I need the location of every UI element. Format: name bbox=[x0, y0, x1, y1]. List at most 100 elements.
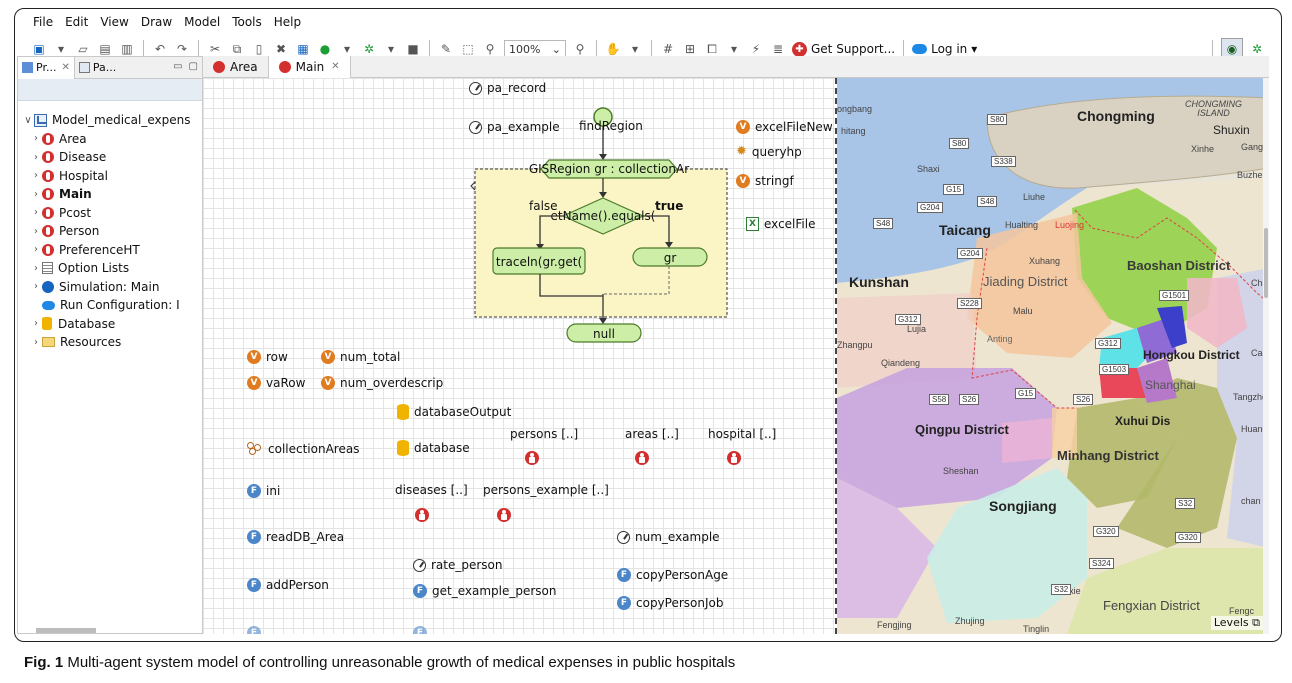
parameter-num-example[interactable]: num_example bbox=[617, 530, 720, 544]
save-icon[interactable]: ▤ bbox=[97, 41, 113, 57]
collection-areas[interactable]: collectionAreas bbox=[247, 442, 359, 456]
debug-perspective-icon[interactable]: ✲ bbox=[1249, 41, 1265, 57]
menu-draw[interactable]: Draw bbox=[141, 15, 172, 29]
tree-item[interactable]: › Hospital bbox=[18, 167, 202, 186]
pencil-icon[interactable]: ✎ bbox=[438, 41, 454, 57]
stop-icon[interactable]: ■ bbox=[405, 41, 421, 57]
scroll-thumb[interactable] bbox=[1264, 228, 1268, 298]
redo-icon[interactable]: ↷ bbox=[174, 41, 190, 57]
chevron-right-icon[interactable]: › bbox=[30, 263, 42, 274]
gis-map[interactable]: Chongming CHONGMING ISLAND Shuxin Xinhe … bbox=[837, 78, 1269, 634]
tree-item[interactable]: › Option Lists bbox=[18, 259, 202, 278]
parameter-rate-person[interactable]: rate_person bbox=[413, 558, 503, 572]
function-partially-hidden[interactable]: F bbox=[247, 626, 261, 634]
tree-item[interactable]: › Resources bbox=[18, 333, 202, 352]
pan-hand-icon[interactable]: ✋ bbox=[605, 41, 621, 57]
variable-va-row[interactable]: V vaRow bbox=[247, 376, 305, 390]
connect-icon[interactable]: ⚡ bbox=[748, 41, 764, 57]
query-queryhp[interactable]: ✹ queryhp bbox=[736, 144, 802, 159]
chevron-right-icon[interactable]: › bbox=[30, 189, 42, 200]
dropdown-arrow-icon[interactable]: ▾ bbox=[726, 41, 742, 57]
arrange-icon[interactable]: ⧠ bbox=[704, 41, 720, 57]
chevron-right-icon[interactable]: › bbox=[30, 152, 42, 163]
tab-palette[interactable]: Pa... bbox=[75, 57, 120, 79]
save-all-icon[interactable]: ▥ bbox=[119, 41, 135, 57]
dropdown-arrow-icon[interactable]: ▾ bbox=[383, 41, 399, 57]
horizontal-scrollbar[interactable] bbox=[36, 628, 96, 633]
tree-item[interactable]: › Pcost bbox=[18, 204, 202, 223]
function-copy-person-job[interactable]: F copyPersonJob bbox=[617, 596, 723, 610]
excel-file[interactable]: X excelFile bbox=[746, 217, 815, 231]
tree-item[interactable]: › PreferenceHT bbox=[18, 241, 202, 260]
close-icon[interactable]: ✕ bbox=[331, 61, 339, 72]
log-in-button[interactable]: Log in ▾ bbox=[912, 42, 977, 56]
zoom-out-icon[interactable]: ⚲ bbox=[482, 41, 498, 57]
tree-item-label: Pcost bbox=[59, 205, 92, 220]
tab-main[interactable]: Main ✕ bbox=[267, 55, 351, 78]
variable-num-total[interactable]: V num_total bbox=[321, 350, 400, 364]
menu-edit[interactable]: Edit bbox=[65, 15, 88, 29]
map-vertical-scrollbar[interactable] bbox=[1263, 78, 1269, 634]
disease-agent-icon[interactable] bbox=[415, 508, 429, 522]
chevron-right-icon[interactable]: › bbox=[30, 281, 42, 292]
tree-item[interactable]: › Disease bbox=[18, 148, 202, 167]
parameter-pa-example[interactable]: pa_example bbox=[469, 120, 560, 134]
variable-num-overdescrip[interactable]: V num_overdescrip bbox=[321, 376, 443, 390]
tab-projects[interactable]: Pr... ✕ bbox=[18, 56, 75, 79]
chevron-down-icon[interactable]: ∨ bbox=[22, 115, 34, 126]
minimize-icon[interactable]: ▭ bbox=[173, 61, 182, 72]
chevron-right-icon[interactable]: › bbox=[30, 318, 42, 329]
tree-item[interactable]: ∨ Model_medical_expens bbox=[18, 111, 202, 130]
maximize-icon[interactable]: ▢ bbox=[189, 61, 198, 72]
close-icon[interactable]: ✕ bbox=[61, 62, 69, 73]
database-output[interactable]: databaseOutput bbox=[397, 404, 511, 420]
zoom-in-icon[interactable]: ⚲ bbox=[572, 41, 588, 57]
menu-view[interactable]: View bbox=[100, 15, 128, 29]
chevron-right-icon[interactable]: › bbox=[30, 244, 42, 255]
tree-item[interactable]: › Area bbox=[18, 130, 202, 149]
database[interactable]: database bbox=[397, 440, 470, 456]
variable-stringf[interactable]: V stringf bbox=[736, 174, 794, 188]
open-folder-icon[interactable]: ▱ bbox=[75, 41, 91, 57]
levels-button[interactable]: Levels ⧉ bbox=[1210, 616, 1263, 630]
chevron-right-icon[interactable]: › bbox=[30, 207, 42, 218]
layout-icon[interactable]: ⊞ bbox=[682, 41, 698, 57]
function-get-example-person[interactable]: F get_example_person bbox=[413, 584, 557, 598]
tree-item[interactable]: › Simulation: Main bbox=[18, 278, 202, 297]
properties-icon[interactable]: ≣ bbox=[770, 41, 786, 57]
menu-help[interactable]: Help bbox=[274, 15, 301, 29]
person-agent-icon[interactable] bbox=[525, 451, 539, 465]
chevron-right-icon[interactable]: › bbox=[30, 133, 42, 144]
dropdown-arrow-icon[interactable]: ▾ bbox=[627, 41, 643, 57]
debug-icon[interactable]: ✲ bbox=[361, 41, 377, 57]
function-read-db-area[interactable]: F readDB_Area bbox=[247, 530, 344, 544]
chevron-right-icon[interactable]: › bbox=[30, 226, 42, 237]
area-agent-icon[interactable] bbox=[635, 451, 649, 465]
get-support-button[interactable]: ✚ Get Support... bbox=[792, 41, 895, 57]
tree-item[interactable]: › Main bbox=[18, 185, 202, 204]
dropdown-arrow-icon[interactable]: ▾ bbox=[53, 41, 69, 57]
chevron-right-icon[interactable]: › bbox=[30, 337, 42, 348]
grid-icon[interactable]: # bbox=[660, 41, 676, 57]
function-ini[interactable]: F ini bbox=[247, 484, 280, 498]
person-example-agent-icon[interactable] bbox=[497, 508, 511, 522]
tree-item[interactable]: › Database bbox=[18, 315, 202, 334]
function-partially-hidden-2[interactable]: F bbox=[413, 626, 427, 634]
menu-file[interactable]: File bbox=[33, 15, 53, 29]
hospital-agent-icon[interactable] bbox=[727, 451, 741, 465]
function-add-person[interactable]: F addPerson bbox=[247, 578, 329, 592]
tree-item[interactable]: Run Configuration: I bbox=[18, 296, 202, 315]
zoom-area-icon[interactable]: ⬚ bbox=[460, 41, 476, 57]
tree-item[interactable]: › Person bbox=[18, 222, 202, 241]
graphical-editor-canvas[interactable]: GISRegion gr : collectionAr etName().equ… bbox=[203, 78, 835, 634]
variable-row[interactable]: V row bbox=[247, 350, 288, 364]
tab-area[interactable]: Area bbox=[203, 56, 268, 78]
chevron-right-icon[interactable]: › bbox=[30, 170, 42, 181]
undo-icon[interactable]: ↶ bbox=[152, 41, 168, 57]
variable-excel-file-new[interactable]: V excelFileNew bbox=[736, 120, 833, 134]
menu-tools[interactable]: Tools bbox=[232, 15, 262, 29]
function-copy-person-age[interactable]: F copyPersonAge bbox=[617, 568, 728, 582]
parameter-pa-record[interactable]: pa_record bbox=[469, 81, 546, 95]
menu-model[interactable]: Model bbox=[184, 15, 220, 29]
new-model-icon[interactable]: ▣ bbox=[31, 41, 47, 57]
